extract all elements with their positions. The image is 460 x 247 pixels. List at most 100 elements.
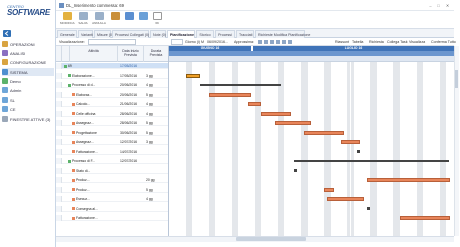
sidebar-item-4[interactable]: Demo	[2, 77, 54, 85]
sidebar-item-7[interactable]: CE	[2, 105, 54, 113]
ribbon-button-label: ANNULLA	[92, 21, 106, 25]
tab-5[interactable]: Pianificazione	[167, 30, 195, 38]
grid-row[interactable]: Fatturazione... 14/07/2016	[56, 148, 168, 155]
task-icon	[72, 131, 75, 135]
view-select[interactable]	[87, 38, 136, 45]
tab-0[interactable]: Generale	[57, 30, 77, 38]
grid-row-number	[56, 196, 62, 203]
window-title: DL_Inserimento commessa: 69	[66, 2, 124, 8]
grid-col-start[interactable]: Data Inizio Prevista	[118, 46, 144, 62]
gantt-task-bar[interactable]	[400, 216, 450, 220]
grid-row-number	[56, 215, 62, 222]
tab-4[interactable]: Note (0)	[150, 30, 166, 38]
gantt-summary-bar[interactable]	[294, 160, 450, 162]
gantt-toolbar-item-3[interactable]: Collega Task	[387, 40, 408, 44]
gantt-toolbar-item-5[interactable]: Conferma Tutto	[431, 40, 456, 44]
grid-row[interactable]: Esecuz... 4 gg	[56, 196, 168, 203]
gantt-task-bar[interactable]	[324, 187, 334, 192]
grid-row[interactable]: Fatturazione...	[56, 215, 168, 222]
grid-row[interactable]: Produz... 5 gg	[56, 186, 168, 193]
gantt-toolbar-item-0[interactable]: Riassunt	[335, 40, 349, 44]
grid-row[interactable]: Calcolo... 21/06/2016 4 gg	[56, 101, 168, 108]
activity-name: Fatturazione...	[76, 149, 98, 154]
grid-col-duration[interactable]: Durata Prevista	[144, 46, 168, 62]
activity-name: Fatturazione...	[76, 216, 98, 220]
ribbon-button-5[interactable]	[136, 12, 150, 28]
gantt-task-bar[interactable]	[304, 130, 344, 135]
ribbon-button-3[interactable]	[108, 12, 122, 28]
grid-row[interactable]: Celle officina 28/06/2016 4 gg	[56, 110, 168, 117]
sidebar-item-2[interactable]: CONFIGURAZIONE	[2, 58, 54, 66]
tab-2[interactable]: Misure (0)	[94, 30, 113, 38]
zoom-select[interactable]	[171, 39, 183, 45]
grid-cell-start: 14/07/2016	[120, 149, 137, 154]
sidebar-item-1[interactable]: ANALISI	[2, 49, 54, 57]
gantt-summary-bar[interactable]	[200, 84, 282, 86]
gantt-milestone[interactable]	[357, 149, 361, 153]
ribbon-button-4[interactable]	[122, 12, 136, 28]
sidebar-item-8[interactable]: FINESTRE ATTIVE (3)	[2, 115, 54, 123]
approx-icons[interactable]	[258, 40, 292, 44]
gantt-milestone[interactable]	[367, 206, 370, 210]
gantt-task-bar[interactable]	[340, 140, 361, 144]
sidebar-item-0[interactable]: OPERAZIONI	[2, 40, 54, 48]
gantt-task-bar[interactable]	[274, 121, 311, 125]
close-icon[interactable]: ✕	[445, 3, 450, 8]
grid-row[interactable]: 69 17/05/2016	[56, 63, 168, 70]
logo: CENTRO SOFTWARE	[3, 4, 53, 19]
gantt-task-bar[interactable]	[327, 197, 364, 201]
gantt-task-bar[interactable]	[185, 73, 201, 78]
tab-8[interactable]: Tracciati	[236, 30, 254, 38]
grid-col-activity[interactable]: Attività	[70, 46, 118, 62]
activity-name: Celle officina	[76, 111, 96, 116]
grid-row[interactable]: Progettazione 30/06/2016 5 gg	[56, 129, 168, 136]
gantt-toolbar-item-2[interactable]: Richiesta	[369, 40, 384, 44]
grid-row[interactable]: Consegna al...	[56, 205, 168, 212]
ribbon-button-2[interactable]: ANNULLA	[92, 12, 106, 28]
grid-cell-start	[120, 206, 144, 212]
grid-cell-duration: 5 gg	[146, 92, 153, 97]
grid-row[interactable]: Stato di...	[56, 167, 168, 174]
grid-cell-activity: Processo di d...	[68, 82, 118, 88]
tab-6[interactable]: Storico	[196, 30, 214, 38]
sidebar-item-3[interactable]: SISTEMA	[2, 68, 54, 76]
ribbon-button-6[interactable]: 69	[150, 12, 164, 28]
tab-9[interactable]: Richieste Modifica Pianificazione	[255, 30, 310, 38]
activity-name: Processo di d...	[72, 83, 96, 87]
sidebar-item-icon	[2, 59, 8, 65]
grid-row-number	[56, 63, 62, 70]
tab-7[interactable]: Processi	[215, 30, 235, 38]
date-field[interactable]: 06/09/2016...	[207, 40, 228, 44]
grid-row[interactable]: Elaboraz... 20/06/2016 5 gg	[56, 91, 168, 98]
gantt-task-bar[interactable]	[208, 92, 252, 97]
grid-row[interactable]: Processo di F... 12/07/2016	[56, 158, 168, 165]
collapse-sidebar-icon[interactable]	[3, 30, 11, 37]
grid-cell-activity: Elaboraz...	[72, 92, 118, 98]
minimize-icon[interactable]: ‒	[428, 3, 433, 8]
horizontal-scrollbar-thumb[interactable]	[236, 237, 306, 241]
gantt-task-bar[interactable]	[248, 102, 262, 106]
ribbon-button-0[interactable]: MODIFICA	[60, 12, 75, 28]
grid-row[interactable]: Assegnaz... 12/07/2016 3 gg	[56, 139, 168, 146]
sidebar-item-5[interactable]: Admin	[2, 86, 54, 94]
gantt-task-bar[interactable]	[261, 111, 292, 116]
grid-cell-start: 28/06/2016	[120, 121, 137, 125]
ribbon-button-1[interactable]: SALVA	[76, 12, 90, 28]
vertical-scrollbar-thumb[interactable]	[455, 70, 458, 88]
gantt-task-bar[interactable]	[367, 178, 450, 182]
grid-row-number	[56, 91, 62, 98]
activity-name: Consegna al...	[76, 206, 98, 211]
grid-row[interactable]: Elaborazione... 17/05/2016 3 gg	[56, 72, 168, 79]
gantt-milestone[interactable]	[294, 168, 298, 172]
grid-row[interactable]: Processo di d... 20/06/2016 4 gg	[56, 82, 168, 89]
tab-3[interactable]: Processi Collegati (0)	[112, 30, 149, 38]
grid-row[interactable]: Produz... 20 gg	[56, 177, 168, 184]
tab-1[interactable]: Varianti	[78, 30, 93, 38]
maximize-icon[interactable]: □	[436, 3, 441, 8]
activity-name: Elaborazione...	[72, 73, 95, 78]
grid-row[interactable]: Assegnaz... 28/06/2016 5 gg	[56, 120, 168, 127]
gantt-toolbar-item-1[interactable]: Tabella	[352, 40, 363, 44]
sidebar-item-6[interactable]: SL	[2, 96, 54, 104]
task-icon	[72, 197, 75, 201]
gantt-toolbar-item-4[interactable]: Visualizza	[409, 40, 425, 44]
